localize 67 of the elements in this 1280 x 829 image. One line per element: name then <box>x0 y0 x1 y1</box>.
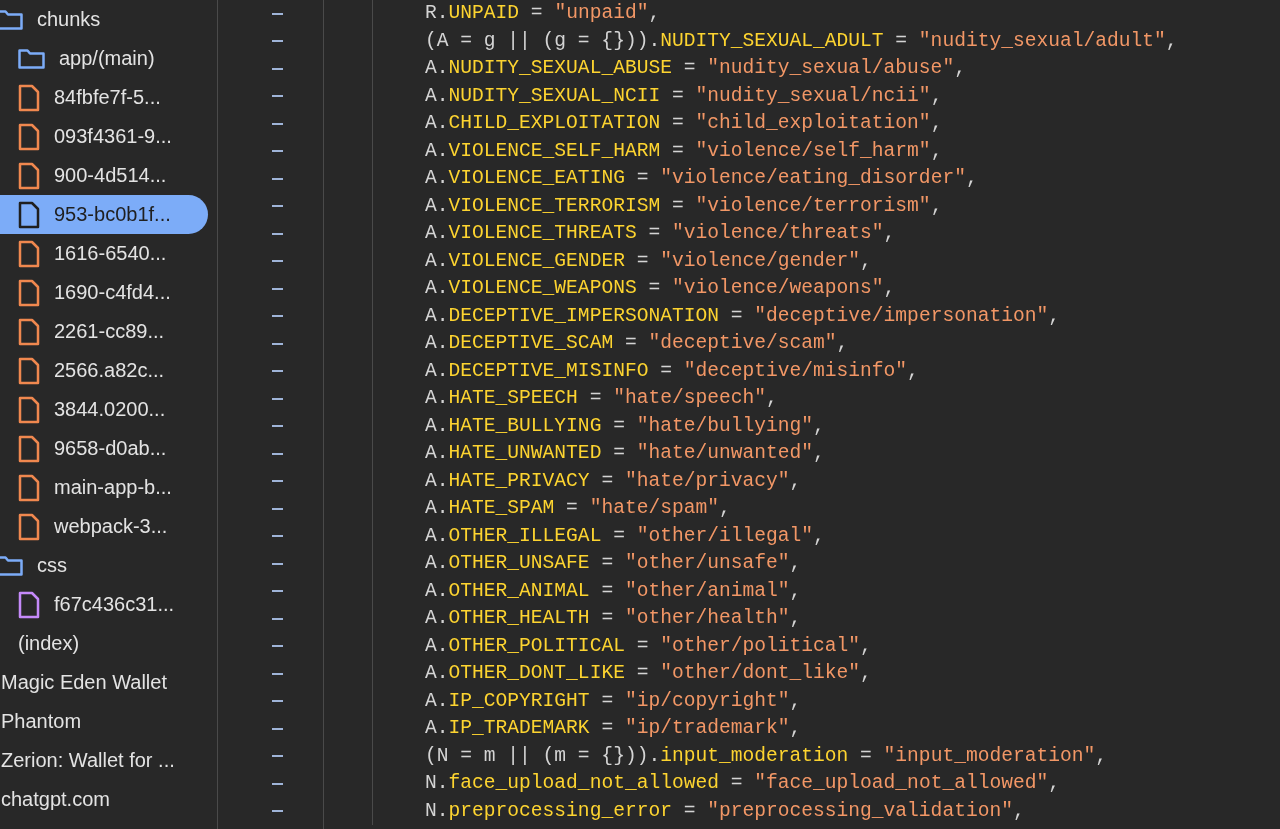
tree-item[interactable]: app/(main) <box>0 39 163 78</box>
code-line: A.OTHER_ILLEGAL = "other/illegal", <box>425 523 826 549</box>
file-icon <box>18 161 40 190</box>
tree-item[interactable]: Zerion: Wallet for ... <box>1 741 183 780</box>
code-line: A.VIOLENCE_SELF_HARM = "violence/self_harm", <box>425 138 944 164</box>
code-line: A.IP_COPYRIGHT = "ip/copyright", <box>425 688 803 714</box>
tree-item[interactable]: 2566.a82c... <box>0 351 173 390</box>
code-line: A.OTHER_POLITICAL = "other/political", <box>425 633 873 659</box>
file-icon <box>18 239 40 268</box>
code-line: A.HATE_PRIVACY = "hate/privacy", <box>425 468 803 494</box>
file-icon <box>18 317 40 346</box>
tree-item[interactable]: Magic Eden Wallet <box>1 663 175 702</box>
tree-item[interactable]: webpack-3... <box>0 507 176 546</box>
folder-icon <box>0 8 23 31</box>
code-line: A.HATE_SPEECH = "hate/speech", <box>425 386 779 411</box>
code-line: A.NUDITY_SEXUAL_ABUSE = "nudity_sexual/abuse", <box>425 56 967 81</box>
tree-item[interactable]: 84fbfe7f-5... <box>0 78 169 117</box>
file-icon <box>18 473 40 502</box>
file-icon <box>18 356 40 385</box>
code-line: A.CHILD_EXPLOITATION = "child_exploitation", <box>425 111 944 136</box>
tree-item[interactable]: (index) <box>0 624 88 663</box>
code-line: A.DECEPTIVE_IMPERSONATION = "deceptive/impersonation", <box>425 303 1061 329</box>
code-line: A.VIOLENCE_GENDER = "violence/gender", <box>425 248 873 274</box>
file-icon <box>18 395 40 424</box>
code-line: A.DECEPTIVE_MISINFO = "deceptive/misinfo", <box>425 358 920 384</box>
code-line: A.HATE_UNWANTED = "hate/unwanted", <box>425 441 826 466</box>
tree-item[interactable]: 1690-c4fd4... <box>0 273 179 312</box>
file-icon <box>18 434 40 463</box>
file-icon <box>18 512 40 541</box>
tree-item[interactable]: 900-4d514... <box>0 156 175 195</box>
code-line: A.DECEPTIVE_SCAM = "deceptive/scam", <box>425 331 850 356</box>
tree-item[interactable]: chunks <box>0 0 109 39</box>
file-icon <box>18 278 40 307</box>
code-line: A.OTHER_UNSAFE = "other/unsafe", <box>425 551 803 576</box>
file-icon <box>18 200 40 229</box>
tree-item[interactable]: Phantom <box>1 702 90 741</box>
tree-item[interactable]: css <box>0 546 75 585</box>
code-line: A.VIOLENCE_EATING = "violence/eating_disorder", <box>425 166 979 191</box>
code-line: (A = g || (g = {})).NUDITY_SEXUAL_ADULT = "nudity_sexual/adult", <box>425 28 1179 54</box>
code-line: A.VIOLENCE_WEAPONS = "violence/weapons", <box>425 276 897 301</box>
file-icon <box>18 122 40 151</box>
code-line: R.UNPAID = "unpaid", <box>425 1 662 26</box>
file-icon <box>18 590 40 619</box>
code-line: A.HATE_BULLYING = "hate/bullying", <box>425 413 826 439</box>
tree-item[interactable]: 953-bc0b1f... <box>0 195 208 234</box>
folder-icon <box>18 47 45 70</box>
tree-item[interactable]: 1616-6540... <box>0 234 175 273</box>
tree-item[interactable]: 9658-d0ab... <box>0 429 175 468</box>
code-line: A.HATE_SPAM = "hate/spam", <box>425 496 732 521</box>
code-line: (N = m || (m = {})).input_moderation = "input_moderation", <box>425 743 1108 769</box>
tree-item[interactable]: 093f4361-9... <box>0 117 180 156</box>
code-line: A.OTHER_DONT_LIKE = "other/dont_like", <box>425 661 873 686</box>
code-line: A.NUDITY_SEXUAL_NCII = "nudity_sexual/ncii", <box>425 83 944 109</box>
tree-item[interactable]: 2261-cc89... <box>0 312 173 351</box>
tree-item[interactable]: chatgpt.com <box>1 780 118 819</box>
file-icon <box>18 83 40 112</box>
folder-icon <box>0 554 23 577</box>
code-line: A.OTHER_ANIMAL = "other/animal", <box>425 578 803 604</box>
tree-item[interactable]: f67c436c31... <box>0 585 183 624</box>
code-line: N.preprocessing_error = "preprocessing_validation", <box>425 798 1026 824</box>
tree-item[interactable]: main-app-b... <box>0 468 180 507</box>
code-line: N.face_upload_not_allowed = "face_upload_not_allowed", <box>425 771 1061 796</box>
code-line: A.OTHER_HEALTH = "other/health", <box>425 606 803 631</box>
code-line: A.IP_TRADEMARK = "ip/trademark", <box>425 716 803 741</box>
code-line: A.VIOLENCE_THREATS = "violence/threats", <box>425 221 897 246</box>
code-line: A.VIOLENCE_TERRORISM = "violence/terrorism", <box>425 193 944 219</box>
tree-item[interactable]: 3844.0200... <box>0 390 174 429</box>
